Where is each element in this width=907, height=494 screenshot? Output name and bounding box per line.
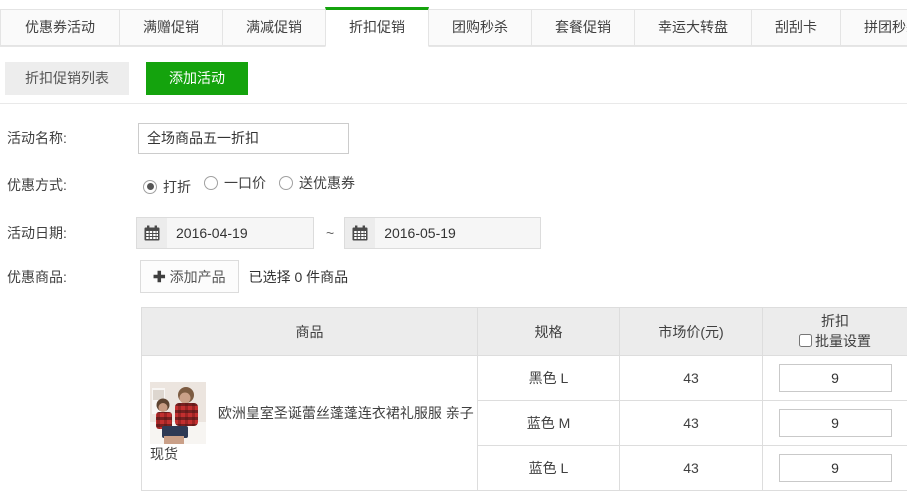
- radio-selected-icon: [143, 180, 157, 194]
- radio-icon: [279, 176, 293, 190]
- tab-4[interactable]: 折扣促销: [325, 7, 429, 47]
- discount-input[interactable]: [779, 364, 892, 392]
- header-product: 商品: [142, 308, 478, 356]
- start-date-value: 2016-04-19: [167, 225, 248, 241]
- end-date-input[interactable]: 2016-05-19: [344, 217, 541, 249]
- sub-toolbar: 折扣促销列表 添加活动: [5, 62, 907, 95]
- discount-cell: [763, 401, 907, 446]
- header-price: 市场价(元): [620, 308, 763, 356]
- discount-input[interactable]: [779, 409, 892, 437]
- product-table-wrap: 商品 规格 市场价(元) 折扣 批量设置: [141, 307, 907, 491]
- discount-products-row: 优惠商品: ✚ 添加产品 已选择 0 件商品: [7, 260, 907, 293]
- activity-name-input[interactable]: [138, 123, 349, 154]
- method-option-label: 送优惠券: [299, 173, 355, 193]
- batch-setting-label: 批量设置: [815, 331, 871, 351]
- activity-date-row: 活动日期: 2016-04-19 ~: [7, 217, 907, 249]
- add-product-button-label: 添加产品: [170, 267, 226, 287]
- activity-form: 活动名称: 优惠方式: 打折 一口价 送优惠券 活动日期: 2016-04-19 ~: [0, 104, 907, 491]
- spec-cell: 黑色 L: [478, 356, 620, 401]
- start-date-input[interactable]: 2016-04-19: [136, 217, 314, 249]
- price-cell: 43: [620, 446, 763, 491]
- tab-9[interactable]: 拼团秒杀: [840, 9, 907, 46]
- batch-setting-checkbox[interactable]: [799, 334, 812, 347]
- tab-7[interactable]: 幸运大转盘: [634, 9, 752, 46]
- method-option-label: 一口价: [224, 173, 266, 193]
- tab-3[interactable]: 满减促销: [222, 9, 326, 46]
- table-row: 欧洲皇室圣诞蕾丝蓬蓬连衣裙礼服服 亲子现货黑色 L43: [142, 356, 907, 401]
- discount-method-label: 优惠方式:: [7, 175, 138, 195]
- batch-setting-toggle[interactable]: 批量设置: [799, 331, 871, 351]
- tab-5[interactable]: 团购秒杀: [428, 9, 532, 46]
- price-cell: 43: [620, 356, 763, 401]
- discount-products-label: 优惠商品:: [7, 267, 138, 287]
- activity-date-label: 活动日期:: [7, 223, 138, 243]
- discount-cell: [763, 446, 907, 491]
- method-option-1[interactable]: 打折: [143, 177, 191, 197]
- add-product-button[interactable]: ✚ 添加产品: [140, 260, 239, 293]
- product-table-body: 欧洲皇室圣诞蕾丝蓬蓬连衣裙礼服服 亲子现货黑色 L43蓝色 M43蓝色 L43: [142, 356, 907, 491]
- price-cell: 43: [620, 401, 763, 446]
- header-spec: 规格: [478, 308, 620, 356]
- radio-icon: [204, 176, 218, 190]
- method-option-label: 打折: [163, 177, 191, 197]
- discount-list-button[interactable]: 折扣促销列表: [5, 62, 129, 95]
- tab-bar: 优惠券活动满赠促销满减促销折扣促销团购秒杀套餐促销幸运大转盘刮刮卡拼团秒杀: [0, 0, 907, 47]
- product-table: 商品 规格 市场价(元) 折扣 批量设置: [141, 307, 907, 491]
- product-photo: [150, 382, 206, 444]
- spec-cell: 蓝色 M: [478, 401, 620, 446]
- tab-8[interactable]: 刮刮卡: [751, 9, 841, 46]
- calendar-icon: [345, 218, 375, 248]
- method-option-3[interactable]: 送优惠券: [279, 173, 355, 193]
- header-discount-title: 折扣: [763, 311, 907, 331]
- date-range-separator: ~: [326, 225, 334, 241]
- tab-1[interactable]: 优惠券活动: [0, 9, 120, 46]
- product-cell: 欧洲皇室圣诞蕾丝蓬蓬连衣裙礼服服 亲子现货: [142, 356, 478, 491]
- discount-input[interactable]: [779, 454, 892, 482]
- spec-cell: 蓝色 L: [478, 446, 620, 491]
- method-option-2[interactable]: 一口价: [204, 173, 266, 193]
- activity-name-row: 活动名称:: [7, 122, 907, 154]
- header-discount: 折扣 批量设置: [763, 308, 907, 356]
- plus-icon: ✚: [153, 268, 166, 286]
- activity-name-label: 活动名称:: [7, 128, 138, 148]
- calendar-icon: [137, 218, 167, 248]
- table-header-row: 商品 规格 市场价(元) 折扣 批量设置: [142, 308, 907, 356]
- end-date-value: 2016-05-19: [375, 225, 456, 241]
- discount-method-row: 优惠方式: 打折 一口价 送优惠券: [7, 175, 907, 195]
- add-activity-button[interactable]: 添加活动: [146, 62, 248, 95]
- selected-count-text: 已选择 0 件商品: [249, 267, 349, 287]
- discount-cell: [763, 356, 907, 401]
- tab-2[interactable]: 满赠促销: [119, 9, 223, 46]
- discount-method-options: 打折 一口价 送优惠券: [143, 173, 368, 197]
- tab-6[interactable]: 套餐促销: [531, 9, 635, 46]
